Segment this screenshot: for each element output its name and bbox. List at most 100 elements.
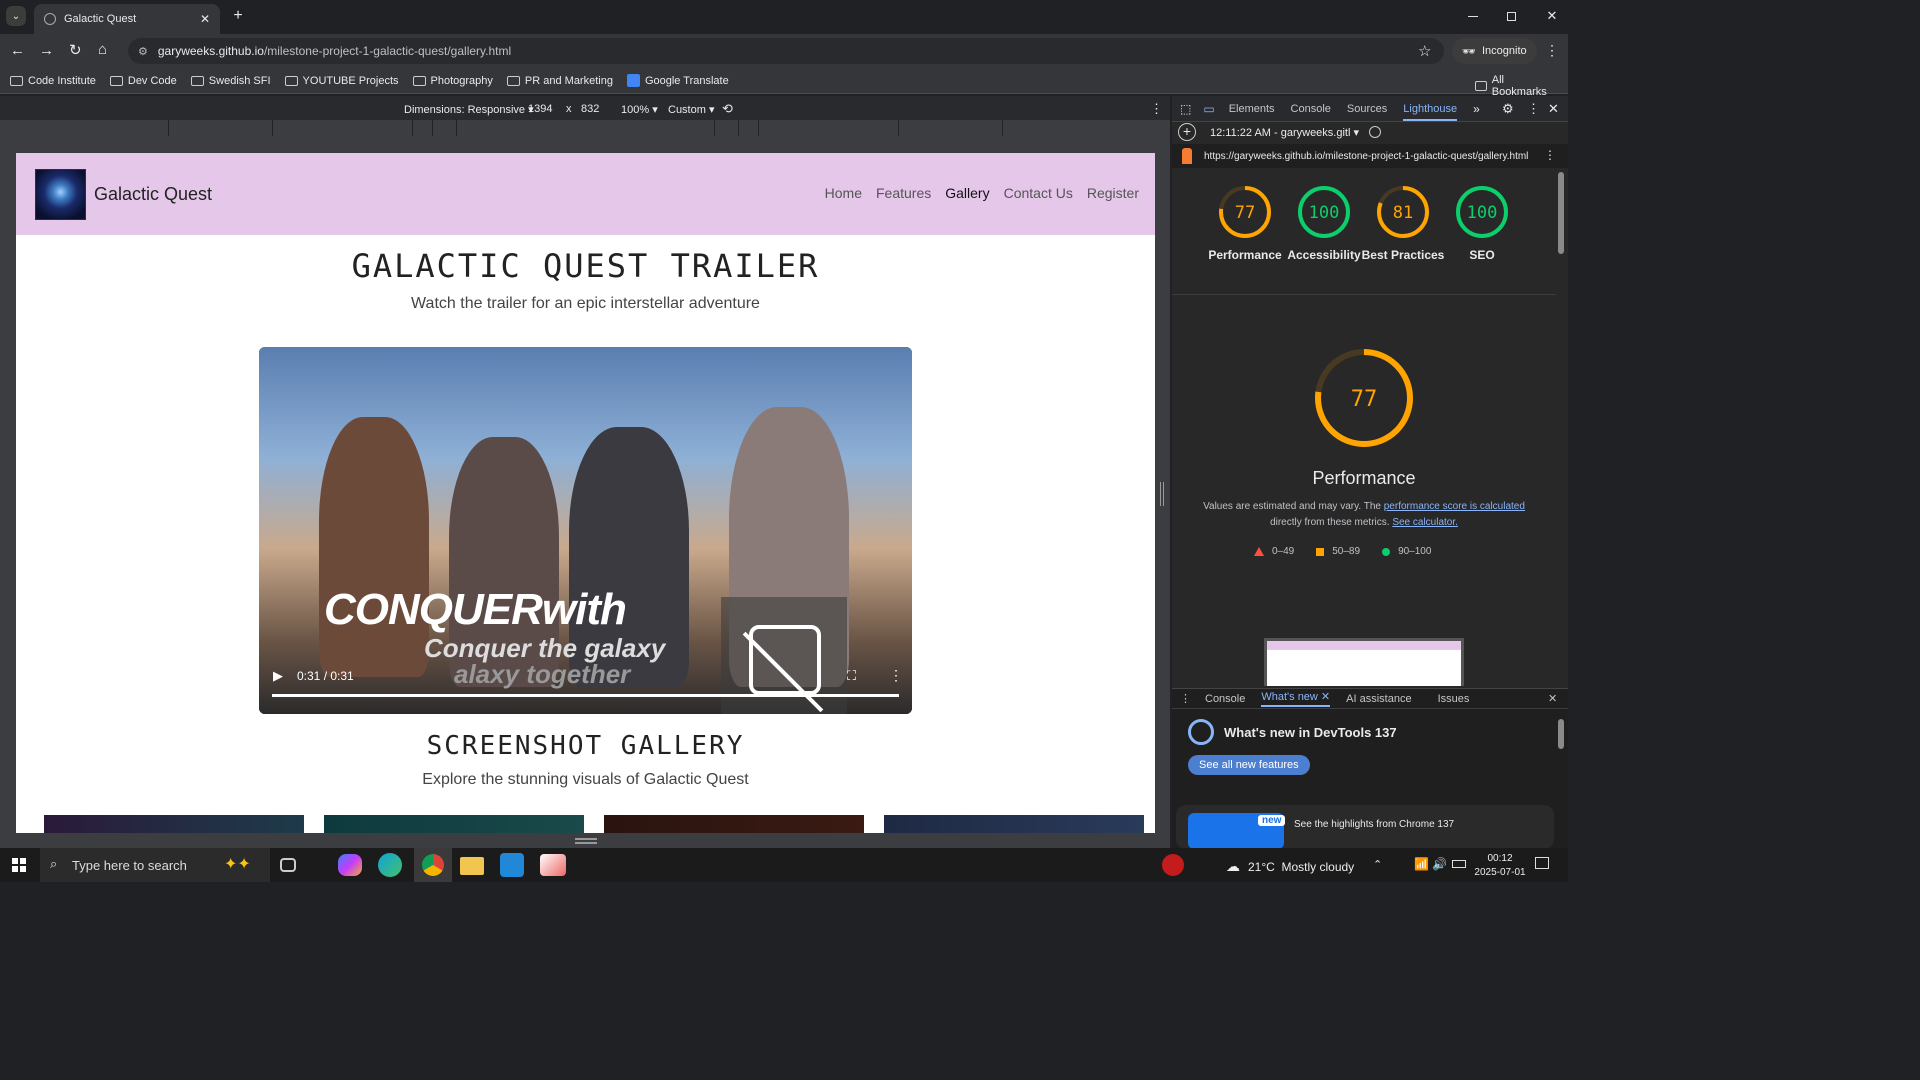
more-tabs-icon[interactable]: » <box>1473 102 1480 116</box>
copilot-app-icon[interactable] <box>338 854 362 876</box>
bookmark-item[interactable]: PR and Marketing <box>506 75 613 87</box>
nav-gallery[interactable]: Gallery <box>945 185 989 201</box>
tab-sources[interactable]: Sources <box>1347 103 1387 115</box>
bookmark-item[interactable]: YOUTUBE Projects <box>284 75 399 87</box>
calculator-link[interactable]: See calculator. <box>1392 517 1458 528</box>
site-info-icon[interactable]: ⚙ <box>138 45 148 58</box>
devtools-more-icon[interactable]: ⋮ <box>1527 101 1540 117</box>
file-explorer-icon[interactable] <box>460 857 484 875</box>
see-all-features-button[interactable]: See all new features <box>1188 755 1310 775</box>
all-bookmarks[interactable]: All Bookmarks <box>1475 74 1554 98</box>
nav-features[interactable]: Features <box>876 185 931 201</box>
drawer-scrollbar[interactable] <box>1558 719 1564 749</box>
nav-contact[interactable]: Contact Us <box>1004 185 1073 201</box>
device-toggle-icon[interactable]: ▭ <box>1203 102 1214 116</box>
close-tab-icon[interactable]: ✕ <box>200 12 210 26</box>
bookmark-star-icon[interactable]: ☆ <box>1418 42 1431 60</box>
gallery-thumb[interactable] <box>884 815 1144 833</box>
bookmark-item[interactable]: Google Translate <box>626 74 729 87</box>
vscode-icon[interactable] <box>500 853 524 877</box>
bookmark-item[interactable]: Swedish SFI <box>190 75 271 87</box>
video-more-icon[interactable]: ⋮ <box>889 667 903 684</box>
close-window-icon[interactable]: ✕ <box>1544 8 1560 24</box>
forward-icon[interactable]: → <box>39 42 54 59</box>
notifications-icon[interactable] <box>1535 857 1549 869</box>
lighthouse-icon <box>1182 148 1192 164</box>
url-more-icon[interactable]: ⋮ <box>1544 148 1556 162</box>
volume-icon[interactable]: 🔊 <box>1432 857 1447 871</box>
devtools-close-icon[interactable]: ✕ <box>1548 101 1559 117</box>
fullscreen-icon[interactable]: ⛶ <box>847 668 856 684</box>
app-icon[interactable] <box>540 854 566 876</box>
incognito-badge[interactable]: 🕶 Incognito <box>1452 38 1537 64</box>
address-bar[interactable]: ⚙ garyweeks.github.io/milestone-project-… <box>128 38 1444 64</box>
restore-icon[interactable] <box>1507 12 1516 21</box>
reload-icon[interactable]: ↻ <box>69 41 82 59</box>
score-gauge[interactable]: 77 <box>1217 184 1273 240</box>
video-play-icon[interactable]: ▶ <box>273 668 283 684</box>
device-more-icon[interactable]: ⋮ <box>1150 101 1163 117</box>
gallery-thumb[interactable] <box>324 815 584 833</box>
taskbar-search[interactable]: ⌕ Type here to search ✦✦ <box>40 848 270 882</box>
width-input[interactable]: 1394 <box>528 103 552 115</box>
tab-search-chevron-icon[interactable]: ⌄ <box>6 6 26 26</box>
chrome-icon[interactable] <box>414 848 452 882</box>
clear-report-icon[interactable] <box>1369 126 1381 138</box>
score-gauge[interactable]: 100 <box>1296 184 1352 240</box>
lighthouse-url-bar: https://garyweeks.github.io/milestone-pr… <box>1172 144 1568 168</box>
site-brand[interactable]: Galactic Quest <box>94 184 212 205</box>
new-report-icon[interactable]: + <box>1178 123 1196 141</box>
zoom-select[interactable]: 100% ▾ <box>621 103 658 116</box>
score-value: 100 <box>1309 203 1340 223</box>
nav-home[interactable]: Home <box>825 185 862 201</box>
drawer-tab-ai[interactable]: AI assistance <box>1346 693 1411 705</box>
tray-chevron-icon[interactable]: ⌃ <box>1373 858 1382 871</box>
clock[interactable]: 00:12 2025-07-01 <box>1470 852 1530 880</box>
nav-register[interactable]: Register <box>1087 185 1139 201</box>
score-gauge[interactable]: 100 <box>1454 184 1510 240</box>
network-icon[interactable]: 📶 <box>1414 857 1429 871</box>
bookmark-item[interactable]: Code Institute <box>10 75 96 87</box>
drawer-tab-console[interactable]: Console <box>1205 693 1245 705</box>
drawer-tab-whats-new[interactable]: What's new ✕ <box>1261 690 1331 707</box>
rotate-icon[interactable]: ⟲ <box>722 101 733 117</box>
drawer-tab-issues[interactable]: Issues <box>1438 693 1470 705</box>
resize-handle-right[interactable] <box>1160 482 1164 506</box>
gallery-thumb[interactable] <box>604 815 864 833</box>
inspect-icon[interactable]: ⬚ <box>1180 102 1191 116</box>
gallery-thumb[interactable] <box>44 815 304 833</box>
tab-elements[interactable]: Elements <box>1229 103 1275 115</box>
report-scrollbar[interactable] <box>1558 172 1564 254</box>
menu-kebab-icon[interactable]: ⋮ <box>1545 42 1559 59</box>
settings-gear-icon[interactable]: ⚙ <box>1502 101 1514 117</box>
edge-icon[interactable] <box>378 853 402 877</box>
new-tab-icon[interactable]: + <box>230 7 246 24</box>
report-time-select[interactable]: 12:11:22 AM - garyweeks.gitl ▾ <box>1210 126 1359 139</box>
antivirus-tray-icon[interactable] <box>1162 854 1184 876</box>
browser-tab[interactable]: Galactic Quest ✕ <box>34 4 220 34</box>
task-view-icon[interactable] <box>280 858 296 872</box>
tab-console[interactable]: Console <box>1291 103 1331 115</box>
bookmark-item[interactable]: Photography <box>412 75 493 87</box>
windows-start-icon[interactable] <box>12 858 26 872</box>
drawer-menu-icon[interactable]: ⋮ <box>1180 692 1191 705</box>
site-logo[interactable] <box>35 169 86 220</box>
throttle-select[interactable]: Custom ▾ <box>668 103 714 116</box>
height-input[interactable]: 832 <box>581 103 599 115</box>
battery-icon[interactable] <box>1452 860 1466 868</box>
copilot-sparkle-icon: ✦✦ <box>224 856 251 873</box>
score-gauge[interactable]: 81 <box>1375 184 1431 240</box>
bookmark-item[interactable]: Dev Code <box>109 75 177 87</box>
resize-handle-bottom[interactable] <box>575 838 597 844</box>
tab-lighthouse[interactable]: Lighthouse <box>1403 103 1458 121</box>
drawer-close-icon[interactable]: ✕ <box>1548 692 1557 705</box>
home-icon[interactable]: ⌂ <box>98 41 107 58</box>
weather-widget[interactable]: ☁ 21°C Mostly cloudy <box>1226 858 1354 875</box>
highlights-card[interactable]: new See the highlights from Chrome 137 <box>1176 805 1554 849</box>
minimize-icon[interactable] <box>1468 16 1478 17</box>
video-progress-track[interactable] <box>272 694 899 697</box>
perf-score-link[interactable]: performance score is calculated <box>1384 501 1525 512</box>
back-icon[interactable]: ← <box>10 42 25 59</box>
trailer-video[interactable]: CONQUERwith Conquer the galaxy alaxy tog… <box>259 347 912 714</box>
dimensions-select[interactable]: Dimensions: Responsive ▾ <box>404 103 534 116</box>
